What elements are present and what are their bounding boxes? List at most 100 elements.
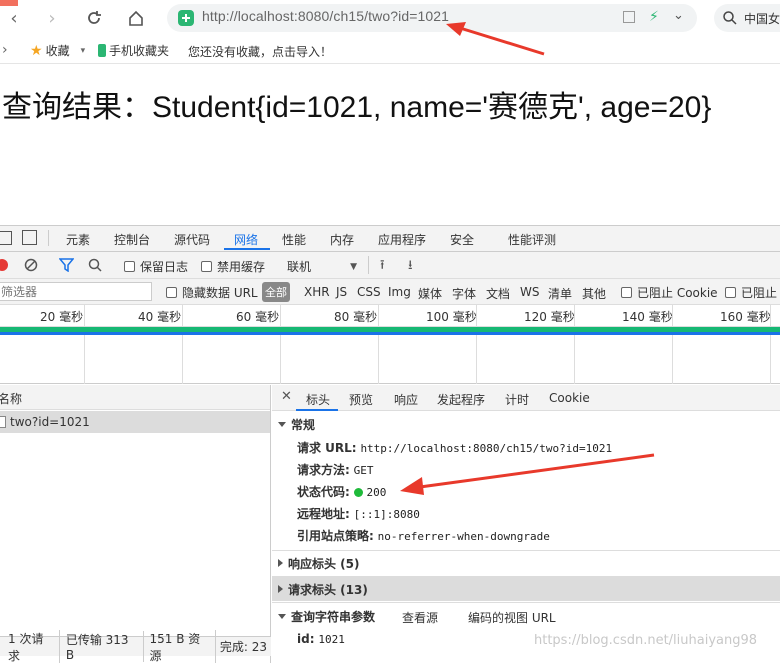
search-text[interactable]: 中国女	[744, 10, 780, 27]
filter-type-media[interactable]: 媒体	[418, 285, 442, 302]
address-bar[interactable]: http://localhost:8080/ch15/two?id=1021 ⚡…	[167, 4, 697, 32]
resource-size: 151 B 资源	[144, 629, 216, 663]
upload-icon[interactable]: ⭱	[380, 256, 385, 278]
query-param-row: id: 1021	[297, 632, 345, 646]
preserve-log-label: 保留日志	[140, 260, 189, 274]
back-icon[interactable]: ‹	[4, 8, 24, 29]
filter-type-other[interactable]: 其他	[582, 285, 606, 302]
filter-type-img[interactable]: Img	[388, 285, 411, 299]
view-source-link[interactable]: 查看源	[402, 609, 438, 626]
tab-cookie[interactable]: Cookie	[549, 391, 590, 405]
tick-label: 80 毫秒	[334, 310, 378, 324]
throttling-select[interactable]: 联机 ▼	[287, 258, 357, 275]
request-name[interactable]: two?id=1021	[10, 415, 90, 429]
request-detail-pane: ✕ 标头 预览 响应 发起程序 计时 Cookie 常规 请求 URL: htt…	[272, 385, 780, 663]
filter-input[interactable]	[0, 282, 152, 301]
view-decoded-link[interactable]: 编码的视图 URL	[468, 609, 556, 626]
download-icon[interactable]: ⭳	[408, 256, 413, 278]
search-network-icon[interactable]	[88, 258, 102, 272]
blocked-requests-label: 已阻止	[741, 286, 778, 300]
response-headers-section[interactable]: 响应标头 (5)	[272, 551, 780, 575]
hide-data-urls-checkbox[interactable]: 隐藏数据 URL	[166, 284, 258, 301]
bookmarks-bar: › ★ 收藏 ▾ 手机收藏夹 您还没有收藏，点击导入！	[0, 36, 780, 64]
filter-type-ws[interactable]: WS	[520, 285, 539, 299]
forward-icon[interactable]: ›	[42, 8, 62, 29]
tab-security[interactable]: 安全	[450, 231, 474, 248]
request-url-label: 请求 URL:	[297, 441, 357, 455]
status-label: 状态代码:	[297, 485, 350, 499]
filter-type-manifest[interactable]: 清单	[548, 285, 572, 302]
clear-icon[interactable]	[24, 258, 38, 272]
tab-preview[interactable]: 预览	[349, 391, 373, 408]
record-icon[interactable]	[0, 259, 8, 271]
checkbox[interactable]	[201, 261, 212, 272]
general-section-header[interactable]: 常规	[272, 412, 780, 436]
divider	[368, 256, 369, 274]
tab-sources[interactable]: 源代码	[174, 231, 210, 248]
query-result-text: 查询结果：Student{id=1021, name='赛德克', age=20…	[2, 91, 712, 124]
tab-application[interactable]: 应用程序	[378, 231, 426, 248]
lightning-icon[interactable]: ⚡	[649, 9, 659, 25]
grid-line	[378, 335, 379, 384]
favorites-button[interactable]: ★ 收藏 ▾	[30, 42, 85, 59]
tick-label: 60 毫秒	[236, 310, 280, 324]
checkbox[interactable]	[124, 261, 135, 272]
checkbox[interactable]	[166, 287, 177, 298]
filter-type-font[interactable]: 字体	[452, 285, 476, 302]
import-hint[interactable]: 您还没有收藏，点击导入！	[188, 43, 332, 60]
throttling-value: 联机	[287, 260, 312, 274]
device-toggle-icon[interactable]	[22, 230, 37, 245]
active-tab-indicator	[224, 248, 270, 250]
inspect-icon[interactable]	[0, 231, 12, 245]
chevron-right-icon[interactable]: ›	[2, 42, 8, 58]
reload-icon[interactable]	[84, 8, 104, 28]
secure-shield-icon	[178, 10, 194, 26]
expand-icon	[278, 585, 283, 593]
name-column-header[interactable]: 名称	[0, 390, 22, 407]
tab-lighthouse[interactable]: 性能评测	[508, 231, 556, 248]
url-text[interactable]: http://localhost:8080/ch15/two?id=1021	[202, 8, 449, 24]
filter-type-all[interactable]: 全部	[262, 282, 290, 302]
blocked-requests-checkbox[interactable]: 已阻止	[725, 284, 777, 301]
search-box[interactable]: 中国女	[714, 4, 780, 32]
tab-response[interactable]: 响应	[394, 391, 418, 408]
filter-icon[interactable]	[59, 258, 74, 272]
dom-content-line	[0, 332, 780, 335]
tab-console[interactable]: 控制台	[114, 231, 150, 248]
checkbox[interactable]	[621, 287, 632, 298]
home-icon[interactable]	[126, 8, 146, 28]
query-params-title: 查询字符串参数	[291, 609, 376, 624]
referrer-label: 引用站点策略:	[297, 529, 374, 543]
timeline-overview[interactable]	[0, 327, 780, 384]
qr-code-icon[interactable]	[623, 11, 635, 23]
tab-network[interactable]: 网络	[234, 231, 258, 248]
grid-line	[672, 335, 673, 384]
tab-timing[interactable]: 计时	[505, 391, 529, 408]
tab-elements[interactable]: 元素	[66, 231, 90, 248]
tab-memory[interactable]: 内存	[330, 231, 354, 248]
star-icon: ★	[30, 42, 43, 59]
mobile-favorites-button[interactable]: 手机收藏夹	[98, 42, 169, 59]
query-param-key: id:	[297, 632, 315, 646]
request-row[interactable]: two?id=1021	[0, 411, 270, 433]
checkbox[interactable]	[725, 287, 736, 298]
disable-cache-checkbox[interactable]: 禁用缓存	[201, 258, 265, 275]
status-row: 状态代码: 200	[297, 483, 386, 500]
tab-initiator[interactable]: 发起程序	[437, 391, 485, 408]
remote-address-row: 远程地址: [::1]:8080	[297, 505, 420, 522]
chevron-down-icon[interactable]: ⌄	[673, 8, 684, 23]
preserve-log-checkbox[interactable]: 保留日志	[124, 258, 188, 275]
expand-icon	[278, 613, 286, 619]
expand-icon	[278, 421, 286, 427]
filter-type-doc[interactable]: 文档	[486, 285, 510, 302]
blocked-cookies-checkbox[interactable]: 已阻止 Cookie	[621, 284, 718, 301]
tab-headers[interactable]: 标头	[306, 391, 330, 408]
filter-type-xhr[interactable]: XHR	[304, 285, 330, 299]
filter-type-css[interactable]: CSS	[357, 285, 381, 299]
tick-line	[574, 305, 575, 327]
filter-type-js[interactable]: JS	[336, 285, 347, 299]
tab-performance[interactable]: 性能	[282, 231, 306, 248]
close-icon[interactable]: ✕	[281, 389, 292, 404]
request-headers-section[interactable]: 请求标头 (13)	[272, 577, 780, 601]
tick-line	[84, 305, 85, 327]
